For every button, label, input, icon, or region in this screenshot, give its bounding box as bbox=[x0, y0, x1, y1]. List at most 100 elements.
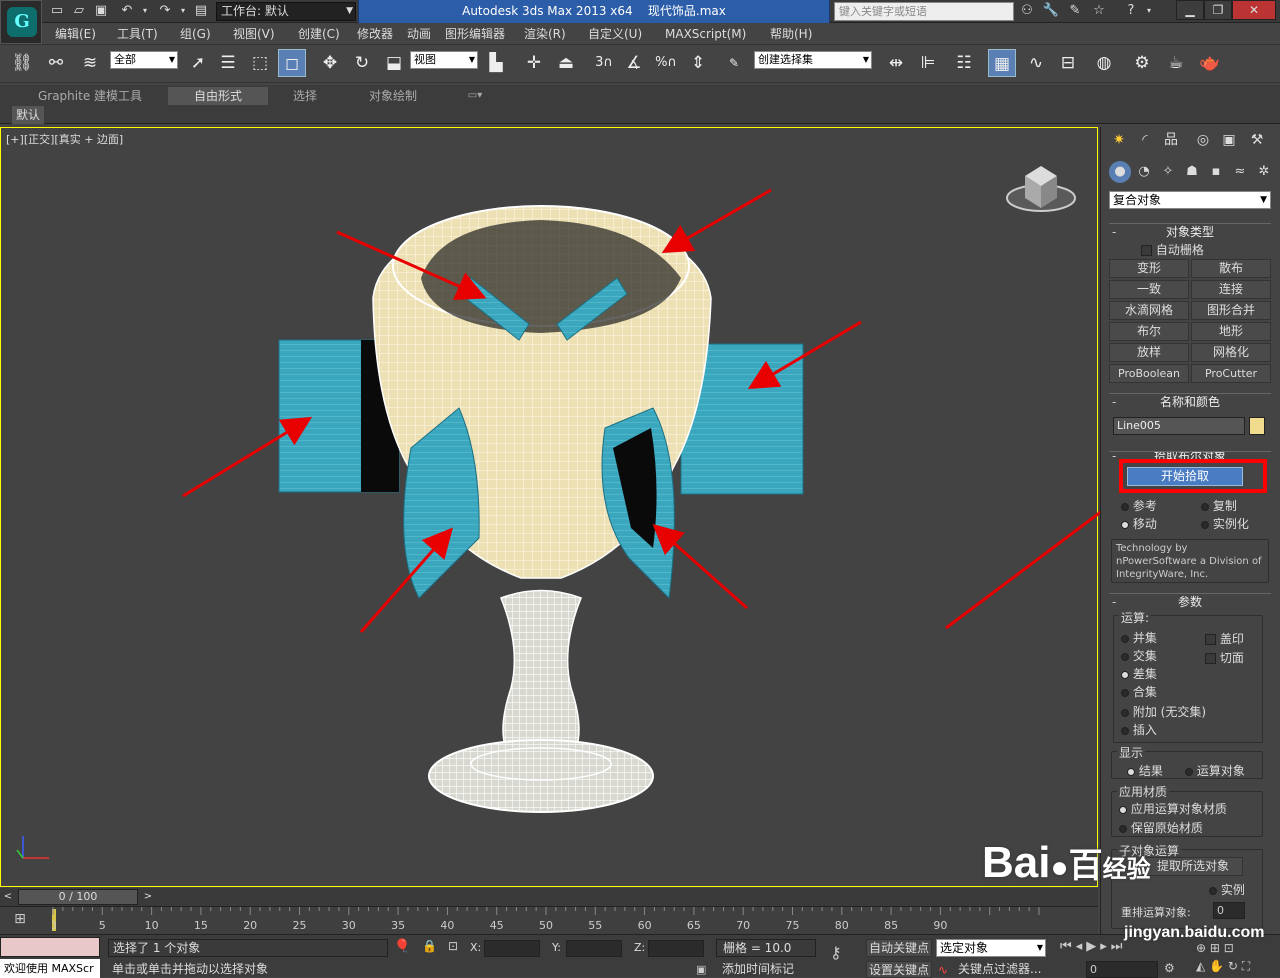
scatter-button[interactable]: 散布 bbox=[1191, 259, 1271, 278]
favorites-star-icon[interactable]: ☆ bbox=[1090, 2, 1108, 20]
rectangular-selection-icon[interactable]: ⬚ bbox=[246, 49, 274, 77]
slider-prev-icon[interactable]: < bbox=[0, 889, 16, 905]
tab-selection[interactable]: 选择 bbox=[270, 87, 340, 105]
align-icon[interactable]: ⊫ bbox=[914, 49, 942, 77]
orbit-icon[interactable]: ↻ bbox=[1228, 959, 1238, 973]
radio-insert[interactable]: 插入 bbox=[1121, 721, 1157, 738]
menu-tools[interactable]: 工具(T) bbox=[117, 23, 158, 45]
subscription-icon[interactable]: 🔧 bbox=[1042, 2, 1060, 20]
menu-edit[interactable]: 编辑(E) bbox=[55, 23, 96, 45]
zoom-extents-icon[interactable]: ⊡ bbox=[1224, 941, 1234, 955]
search-input[interactable]: 键入关键字或短语 bbox=[834, 2, 1014, 21]
select-and-rotate-icon[interactable]: ↻ bbox=[348, 49, 376, 77]
redo-dropdown-icon[interactable]: ▾ bbox=[174, 2, 192, 20]
current-frame-field[interactable]: 0 bbox=[1086, 961, 1158, 978]
extract-selected-button[interactable]: 提取所选对象 bbox=[1143, 857, 1243, 876]
material-editor-icon[interactable]: ◍ bbox=[1090, 49, 1118, 77]
loft-button[interactable]: 放样 bbox=[1109, 343, 1189, 362]
rendered-frame-window-icon[interactable]: ☕ bbox=[1162, 49, 1190, 77]
rollout-object-type-header[interactable]: - 对象类型 bbox=[1109, 223, 1271, 239]
minimize-button[interactable]: ▁ bbox=[1176, 0, 1204, 20]
select-and-link-icon[interactable]: ⛓ bbox=[8, 49, 36, 77]
bind-space-warp-icon[interactable]: ≋ bbox=[76, 49, 104, 77]
radio-attach[interactable]: 附加 (无交集) bbox=[1121, 703, 1206, 720]
menu-animation[interactable]: 动画 bbox=[407, 23, 431, 45]
maxscript-listener-mini[interactable] bbox=[0, 937, 100, 957]
radio-display-operands[interactable]: 运算对象 bbox=[1185, 762, 1245, 779]
next-frame-icon[interactable]: ▸ bbox=[1100, 939, 1111, 954]
undo-icon[interactable]: ↶ bbox=[118, 2, 136, 20]
close-button[interactable]: ✕ bbox=[1232, 0, 1276, 20]
set-key-icon[interactable]: ⚷ bbox=[830, 943, 842, 962]
radio-instance[interactable]: 实例化 bbox=[1201, 515, 1249, 532]
proboolean-button[interactable]: ProBoolean bbox=[1109, 364, 1189, 383]
radio-union[interactable]: 并集 bbox=[1121, 629, 1157, 646]
previous-frame-icon[interactable]: ◂ bbox=[1076, 939, 1087, 954]
save-file-icon[interactable]: ▣ bbox=[92, 2, 110, 20]
unlink-icon[interactable]: ⚯ bbox=[42, 49, 70, 77]
layer-manager-icon[interactable]: ☷ bbox=[950, 49, 978, 77]
curve-editor-icon[interactable]: ∿ bbox=[1022, 49, 1050, 77]
blobmesh-button[interactable]: 水滴网格 bbox=[1109, 301, 1189, 320]
reference-coordinate-dropdown[interactable]: 视图 ▼ bbox=[410, 51, 478, 69]
select-by-name-icon[interactable]: ☰ bbox=[214, 49, 242, 77]
tab-graphite-modeling[interactable]: Graphite 建模工具 bbox=[30, 87, 150, 105]
helpers-icon[interactable]: ▪ bbox=[1205, 161, 1227, 183]
curve-editor-mini-icon[interactable]: ⊞ bbox=[8, 911, 32, 931]
ribbon-default-label[interactable]: 默认 bbox=[12, 106, 45, 124]
spinner-snap-icon[interactable]: ⇕ bbox=[684, 49, 712, 77]
conform-button[interactable]: 一致 bbox=[1109, 280, 1189, 299]
selection-filter-dropdown[interactable]: 全部 ▼ bbox=[110, 51, 178, 69]
new-file-icon[interactable]: ▭ bbox=[48, 2, 66, 20]
utilities-panel-tab-icon[interactable]: ⚒ bbox=[1245, 129, 1269, 151]
schematic-view-icon[interactable]: ⊟ bbox=[1054, 49, 1082, 77]
modify-panel-tab-icon[interactable]: ◜ bbox=[1133, 129, 1157, 151]
window-crossing-icon[interactable]: ◻ bbox=[278, 49, 306, 77]
procutter-button[interactable]: ProCutter bbox=[1191, 364, 1271, 383]
tab-object-paint[interactable]: 对象绘制 bbox=[350, 87, 436, 105]
timeline-ruler[interactable]: ⊞ 0 5 10 15 20 25 30 35 40 45 50 55 60 65 70 75 80 85 90 bbox=[0, 906, 1098, 934]
radio-display-result[interactable]: 结果 bbox=[1127, 762, 1163, 779]
keyboard-shortcut-override-icon[interactable]: ⏏ bbox=[552, 49, 580, 77]
cameras-icon[interactable]: ☗ bbox=[1181, 161, 1203, 183]
menu-views[interactable]: 视图(V) bbox=[233, 23, 275, 45]
redo-icon[interactable]: ↷ bbox=[156, 2, 174, 20]
boolean-button[interactable]: 布尔 bbox=[1109, 322, 1189, 341]
reorder-spinner[interactable]: 0 bbox=[1213, 902, 1245, 919]
communication-center-icon[interactable]: ✎ bbox=[1066, 2, 1084, 20]
shapemerge-button[interactable]: 图形合并 bbox=[1191, 301, 1271, 320]
radio-intersection[interactable]: 交集 bbox=[1121, 647, 1157, 664]
percent-snap-icon[interactable]: %∩ bbox=[652, 49, 680, 77]
mirror-icon[interactable]: ⇹ bbox=[882, 49, 910, 77]
undo-dropdown-icon[interactable]: ▾ bbox=[136, 2, 154, 20]
key-filter-selection-dropdown[interactable]: 选定对象 ▼ bbox=[936, 939, 1046, 957]
y-coordinate-field[interactable] bbox=[566, 940, 622, 957]
object-color-swatch[interactable] bbox=[1249, 417, 1265, 435]
x-coordinate-field[interactable] bbox=[484, 940, 540, 957]
time-tag-icon[interactable]: ▣ bbox=[696, 963, 706, 976]
play-icon[interactable]: ▶ bbox=[1086, 939, 1100, 954]
absolute-mode-icon[interactable]: ⊡ bbox=[448, 939, 458, 953]
isolate-selection-icon[interactable]: 🎈 bbox=[394, 939, 410, 954]
imprint-checkbox[interactable]: 盖印 bbox=[1205, 630, 1244, 647]
ribbon-options-icon[interactable]: ▭▾ bbox=[460, 87, 490, 105]
project-folder-icon[interactable]: ▤ bbox=[192, 2, 210, 20]
radio-apply-operand-material[interactable]: 应用运算对象材质 bbox=[1119, 800, 1227, 817]
auto-key-button[interactable]: 自动关键点 bbox=[866, 939, 932, 957]
go-to-start-icon[interactable]: ⏮ bbox=[1060, 939, 1076, 954]
selection-lock-icon[interactable]: 🔒 bbox=[422, 939, 437, 953]
pan-icon[interactable]: ✋ bbox=[1209, 959, 1224, 973]
shapes-icon[interactable]: ◔ bbox=[1133, 161, 1155, 183]
category-dropdown[interactable]: 复合对象 ▼ bbox=[1109, 191, 1271, 209]
start-pick-button[interactable]: 开始拾取 bbox=[1127, 467, 1243, 486]
angle-snap-icon[interactable]: ∡ bbox=[620, 49, 648, 77]
morph-button[interactable]: 变形 bbox=[1109, 259, 1189, 278]
time-slider-thumb[interactable]: 0 / 100 bbox=[18, 889, 138, 905]
menu-rendering[interactable]: 渲染(R) bbox=[524, 23, 566, 45]
display-panel-tab-icon[interactable]: ▣ bbox=[1217, 129, 1241, 151]
add-time-tag[interactable]: 添加时间标记 bbox=[722, 961, 818, 978]
key-mode-icon[interactable]: ∿ bbox=[938, 963, 948, 977]
mesher-button[interactable]: 网格化 bbox=[1191, 343, 1271, 362]
zoom-all-icon[interactable]: ⊞ bbox=[1210, 941, 1220, 955]
radio-reference[interactable]: 参考 bbox=[1121, 497, 1157, 514]
